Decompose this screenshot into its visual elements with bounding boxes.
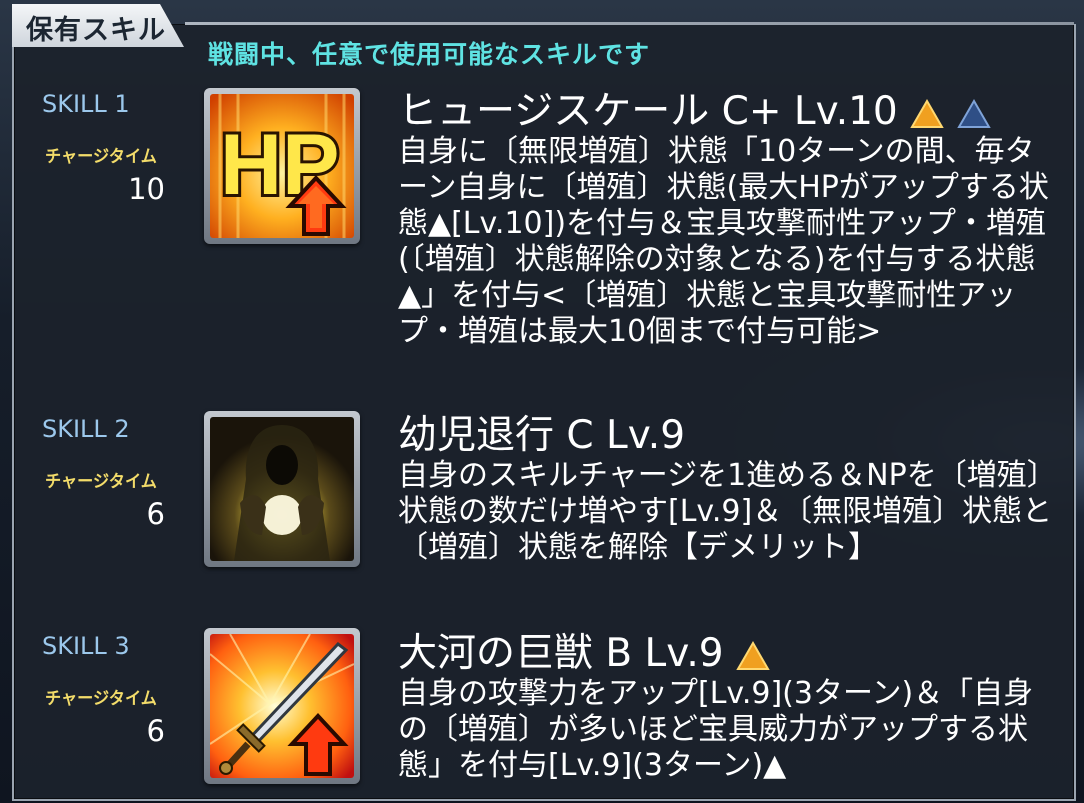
skill-description: 自身の攻撃力をアップ[Lv.9](3ターン)＆「自身の〔増殖〕が多いほど宝具威力… (398, 676, 1034, 783)
sword-attack-up-icon (210, 634, 354, 778)
tab-title: 保有スキル (26, 15, 166, 46)
charge-time-value: 10 (128, 172, 165, 206)
skill-description: 自身に〔無限増殖〕状態「10ターンの間、毎ターン自身に〔増殖〕状態(最大HPがア… (398, 134, 1049, 349)
skill-name-text: 幼児退行 C Lv.9 (398, 413, 686, 458)
upgrade-triangle-icon (736, 640, 770, 670)
skill-name: ヒュージスケール C+ Lv.10 (398, 80, 991, 136)
charge-time-value: 6 (146, 497, 165, 531)
hooded-figure-orb-icon (210, 417, 354, 561)
skill-icon-2[interactable] (204, 411, 360, 567)
charge-time-value: 6 (146, 714, 165, 748)
panel-subtitle: 戦闘中、任意で使用可能なスキルです (208, 40, 651, 69)
hp-up-icon: HP (210, 94, 354, 238)
panel-border (185, 22, 1074, 25)
rank-up-triangle-icon (956, 98, 991, 128)
upgrade-triangle-icon (910, 98, 944, 128)
charge-time-label: チャージタイム (45, 689, 157, 709)
charge-time-label: チャージタイム (45, 147, 157, 167)
skill-name-text: ヒュージスケール C+ Lv.10 (398, 89, 898, 134)
skill-name: 大河の巨獣 B Lv.9 (398, 622, 770, 678)
charge-time-label: チャージタイム (45, 472, 157, 492)
skill-slot-label: SKILL 2 (42, 415, 130, 443)
skill-slot-label: SKILL 3 (42, 632, 130, 660)
skill-slot-label: SKILL 1 (42, 90, 130, 118)
skill-name: 幼児退行 C Lv.9 (398, 404, 685, 460)
skill-icon-3[interactable] (204, 628, 360, 784)
skill-name-text: 大河の巨獣 B Lv.9 (398, 631, 724, 676)
skill-description: 自身のスキルチャージを1進める＆NPを〔増殖〕状態の数だけ増やす[Lv.9]＆〔… (398, 458, 1057, 565)
skill-icon-1[interactable]: HP (204, 88, 360, 244)
